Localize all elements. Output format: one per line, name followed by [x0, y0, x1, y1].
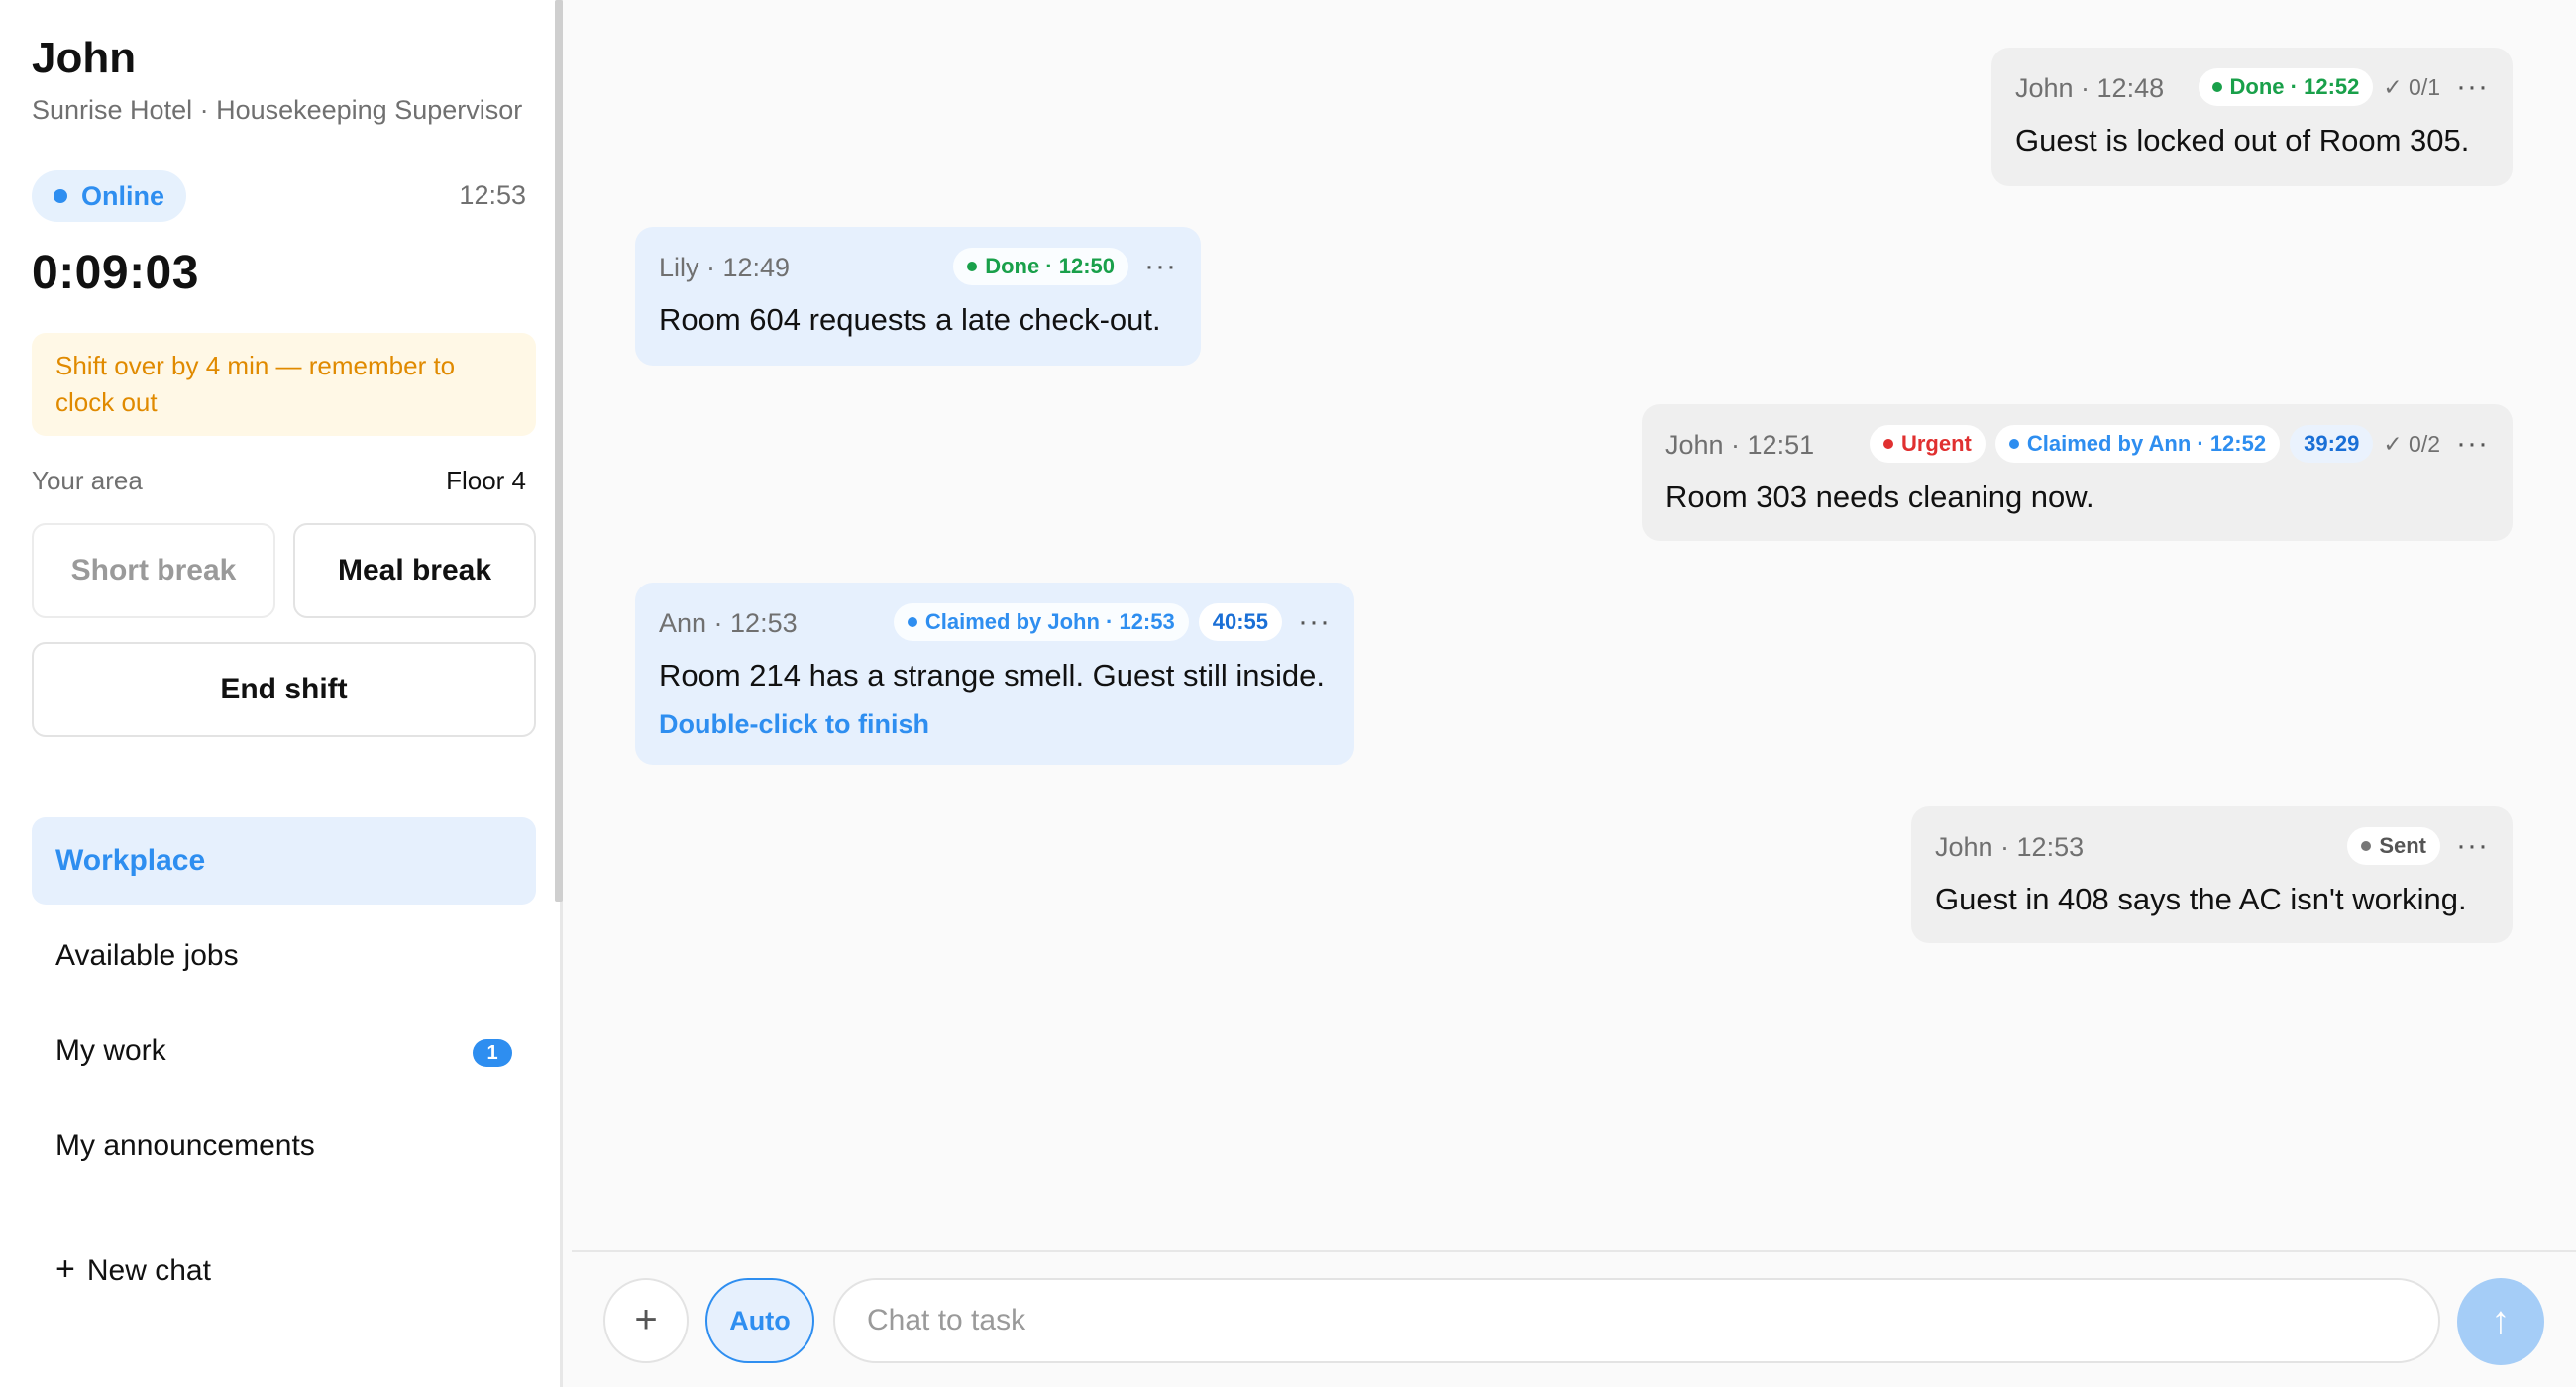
new-chat-button[interactable]: + New chat [55, 1250, 211, 1289]
message-text: Room 214 has a strange smell. Guest stil… [659, 658, 1325, 693]
more-options-icon[interactable]: ··· [2450, 826, 2489, 866]
nav-item-my-announcements[interactable]: My announcements [32, 1103, 536, 1190]
clock-time: 12:53 [459, 180, 526, 210]
new-chat-label: New chat [86, 1254, 211, 1287]
sidebar: John Sunrise Hotel · Housekeeping Superv… [0, 0, 563, 1387]
message-text: Guest is locked out of Room 305. [2015, 123, 2470, 158]
send-button[interactable]: ↑ [2457, 1278, 2544, 1365]
short-break-button[interactable]: Short break [32, 523, 275, 618]
message-header: John · 12:53 Sent ··· [1935, 826, 2489, 866]
more-options-icon[interactable]: ··· [2450, 67, 2489, 107]
sidebar-scrollbar[interactable] [555, 0, 563, 902]
message-header: John · 12:48 Done · 12:52 ✓ 0/1 ··· [2015, 67, 2489, 107]
chip-label: Done · 12:50 [985, 254, 1116, 278]
auto-mode-button[interactable]: Auto [705, 1278, 814, 1363]
user-role: Sunrise Hotel · Housekeeping Supervisor [32, 95, 523, 125]
timer-chip: 39:29 [2290, 425, 2374, 463]
my-work-count-badge: 1 [473, 1039, 512, 1067]
plus-icon: + [55, 1250, 75, 1288]
nav-item-available-jobs[interactable]: Available jobs [32, 912, 536, 1000]
status-dot-icon [967, 262, 978, 271]
more-options-icon[interactable]: ··· [2450, 424, 2489, 464]
double-click-to-finish-link[interactable]: Double-click to finish [659, 709, 929, 740]
message-chips: Done · 12:52 ✓ 0/1 ··· [2198, 67, 2489, 107]
claimed-dot-icon [2008, 439, 2019, 449]
composer-bar: + Auto ↑ [572, 1250, 2576, 1387]
nav-item-my-work[interactable]: My work 1 [32, 1008, 536, 1095]
claimed-dot-icon [907, 617, 917, 627]
nav-item-label: Available jobs [55, 939, 239, 972]
more-options-icon[interactable]: ··· [1292, 602, 1331, 642]
message-author: John · 12:51 [1665, 430, 1815, 460]
chip-label: Urgent [1900, 431, 1972, 456]
message-text: Room 604 requests a late check-out. [659, 302, 1161, 337]
message-bubble[interactable]: Ann · 12:53 Claimed by John · 12:53 40:5… [635, 583, 1354, 765]
message-bubble[interactable]: John · 12:53 Sent ··· Guest in 408 says … [1911, 806, 2513, 943]
message-chips: Done · 12:50 ··· [953, 247, 1177, 286]
claimed-chip: Claimed by John · 12:53 [893, 603, 1189, 641]
message-chips: Urgent Claimed by Ann · 12:52 39:29 ✓ 0/… [1869, 424, 2489, 464]
message-author: John · 12:53 [1935, 832, 2085, 862]
claimed-chip: Claimed by Ann · 12:52 [1994, 425, 2281, 463]
arrow-up-icon: ↑ [2491, 1300, 2511, 1341]
chip-label: Claimed by John · 12:53 [924, 609, 1175, 634]
message-author: Ann · 12:53 [659, 608, 798, 638]
urgent-chip: Urgent [1869, 425, 1986, 463]
nav-item-label: Workplace [55, 844, 206, 877]
shift-timer: 0:09:03 [32, 247, 199, 299]
area-value: Floor 4 [446, 466, 526, 495]
urgent-dot-icon [1882, 439, 1893, 449]
meal-break-button[interactable]: Meal break [293, 523, 536, 618]
checklist-count: ✓ 0/1 [2383, 73, 2441, 100]
message-header: Lily · 12:49 Done · 12:50 ··· [659, 247, 1177, 286]
area-label: Your area [32, 466, 143, 495]
message-chips: Claimed by John · 12:53 40:55 ··· [893, 602, 1331, 642]
sent-chip: Sent [2347, 827, 2441, 865]
sent-dot-icon [2361, 841, 2372, 851]
checklist-count: ✓ 0/2 [2383, 430, 2441, 457]
timer-chip: 40:55 [1198, 603, 1283, 641]
status-dot-icon [54, 189, 67, 203]
message-bubble[interactable]: Lily · 12:49 Done · 12:50 ··· Room 604 r… [635, 227, 1201, 366]
chip-label: Claimed by Ann · 12:52 [2026, 431, 2267, 456]
chat-input[interactable] [833, 1278, 2440, 1363]
status-chip-done: Done · 12:52 [2198, 68, 2374, 106]
chip-label: Sent [2379, 833, 2427, 858]
message-bubble[interactable]: John · 12:51 Urgent Claimed by Ann · 12:… [1642, 404, 2513, 541]
message-author: Lily · 12:49 [659, 253, 791, 282]
plus-icon: + [634, 1298, 658, 1341]
user-name: John [32, 34, 137, 82]
message-chips: Sent ··· [2347, 826, 2489, 866]
status-badge[interactable]: Online [32, 170, 187, 222]
message-bubble[interactable]: John · 12:48 Done · 12:52 ✓ 0/1 ··· Gues… [1991, 48, 2513, 186]
nav-item-label: My work [55, 1034, 166, 1067]
status-dot-icon [2211, 82, 2222, 92]
chip-label: Done · 12:52 [2229, 74, 2360, 99]
message-header: Ann · 12:53 Claimed by John · 12:53 40:5… [659, 602, 1331, 642]
message-text: Room 303 needs cleaning now. [1665, 480, 2094, 514]
message-author: John · 12:48 [2015, 73, 2165, 103]
more-options-icon[interactable]: ··· [1138, 247, 1177, 286]
nav-item-workplace[interactable]: Workplace [32, 817, 536, 905]
message-header: John · 12:51 Urgent Claimed by Ann · 12:… [1665, 424, 2489, 464]
shift-warning: Shift over by 4 min — remember to clock … [32, 333, 536, 436]
end-shift-button[interactable]: End shift [32, 642, 536, 737]
attach-plus-button[interactable]: + [603, 1278, 689, 1363]
nav-item-label: My announcements [55, 1129, 315, 1162]
message-text: Guest in 408 says the AC isn't working. [1935, 882, 2467, 916]
status-chip-done: Done · 12:50 [953, 248, 1129, 285]
status-label: Online [81, 181, 165, 211]
